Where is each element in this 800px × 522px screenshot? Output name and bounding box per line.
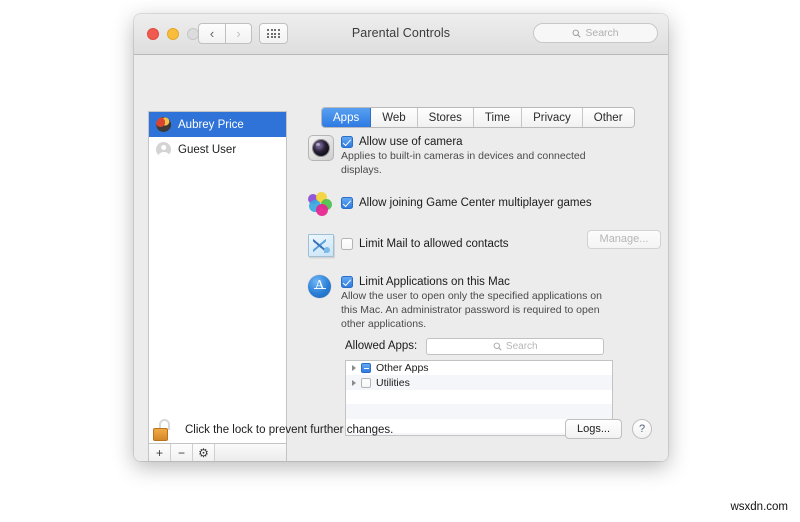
list-item-label: Utilities: [376, 376, 410, 389]
toolbar-search-placeholder: Search: [585, 27, 619, 39]
option-description: Applies to built-in cameras in devices a…: [341, 150, 586, 176]
window-content: Aubrey Price Guest User + − ⚙ Apps Web S…: [134, 55, 668, 461]
avatar: [156, 142, 171, 157]
checkbox-utilities[interactable]: [361, 377, 371, 388]
watermark: wsxdn.com: [730, 501, 788, 513]
option-game-center: Allow joining Game Center multiplayer ga…: [308, 191, 653, 216]
checkbox-game-center[interactable]: [341, 196, 353, 209]
app-store-icon: A: [308, 274, 332, 299]
camera-icon: [308, 135, 334, 161]
list-item-empty: [346, 390, 612, 405]
list-item[interactable]: Utilities: [346, 375, 612, 390]
window-titlebar: ‹ › Parental Controls Search: [134, 14, 668, 55]
allowed-apps-header: Allowed Apps: Search: [345, 337, 653, 355]
option-limit-applications: A Limit Applications on this Mac Allow t…: [308, 274, 653, 332]
option-description: Allow the user to open only the specifie…: [341, 289, 602, 330]
mail-icon: [308, 232, 334, 257]
checkbox-limit-mail[interactable]: [341, 237, 353, 250]
disclosure-triangle-icon[interactable]: [352, 379, 356, 386]
apps-settings-pane: Allow use of camera Applies to built-in …: [308, 135, 661, 436]
toolbar-search-input[interactable]: Search: [533, 23, 658, 43]
lock-hint-text: Click the lock to prevent further change…: [185, 424, 394, 436]
option-label: Limit Mail to allowed contacts: [359, 237, 509, 250]
users-sidebar: Aubrey Price Guest User: [148, 111, 287, 443]
help-button[interactable]: ?: [632, 419, 652, 439]
logs-button[interactable]: Logs...: [565, 419, 622, 439]
allowed-apps-search-placeholder: Search: [505, 340, 538, 352]
checkbox-limit-applications[interactable]: [341, 275, 353, 288]
tab-apps[interactable]: Apps: [322, 108, 372, 127]
option-label: Allow use of camera: [359, 136, 463, 148]
option-allow-camera: Allow use of camera Applies to built-in …: [308, 135, 653, 178]
option-limit-mail: Limit Mail to allowed contacts Manage...: [308, 229, 661, 257]
unlocked-padlock-icon[interactable]: [153, 419, 171, 441]
search-icon: [493, 342, 502, 351]
allowed-apps-search-input[interactable]: Search: [426, 337, 605, 355]
option-label: Limit Applications on this Mac: [359, 275, 510, 288]
manage-button: Manage...: [587, 229, 661, 249]
game-center-icon: [308, 191, 332, 216]
option-label: Allow joining Game Center multiplayer ga…: [359, 196, 592, 209]
sidebar-item-label: Guest User: [178, 143, 237, 156]
avatar: [156, 117, 171, 132]
allowed-apps-label: Allowed Apps:: [345, 340, 418, 353]
tab-other[interactable]: Other: [582, 108, 634, 127]
checkbox-other-apps[interactable]: [361, 363, 371, 374]
tab-stores[interactable]: Stores: [417, 108, 474, 127]
tab-web[interactable]: Web: [371, 108, 418, 127]
list-item[interactable]: Other Apps: [346, 361, 612, 376]
checkbox-allow-camera[interactable]: [341, 136, 353, 148]
tab-privacy[interactable]: Privacy: [522, 108, 583, 127]
sidebar-item-label: Aubrey Price: [178, 118, 244, 131]
tab-time[interactable]: Time: [473, 108, 523, 127]
window-footer: Click the lock to prevent further change…: [134, 413, 668, 461]
sidebar-item-guest-user[interactable]: Guest User: [149, 137, 286, 162]
sidebar-item-aubrey-price[interactable]: Aubrey Price: [149, 112, 286, 137]
disclosure-triangle-icon[interactable]: [352, 365, 356, 372]
search-icon: [572, 29, 581, 38]
parental-controls-window: ‹ › Parental Controls Search Aubrey Pric…: [134, 14, 668, 461]
tab-bar: Apps Web Stores Time Privacy Other: [321, 107, 635, 128]
list-item-label: Other Apps: [376, 362, 429, 375]
